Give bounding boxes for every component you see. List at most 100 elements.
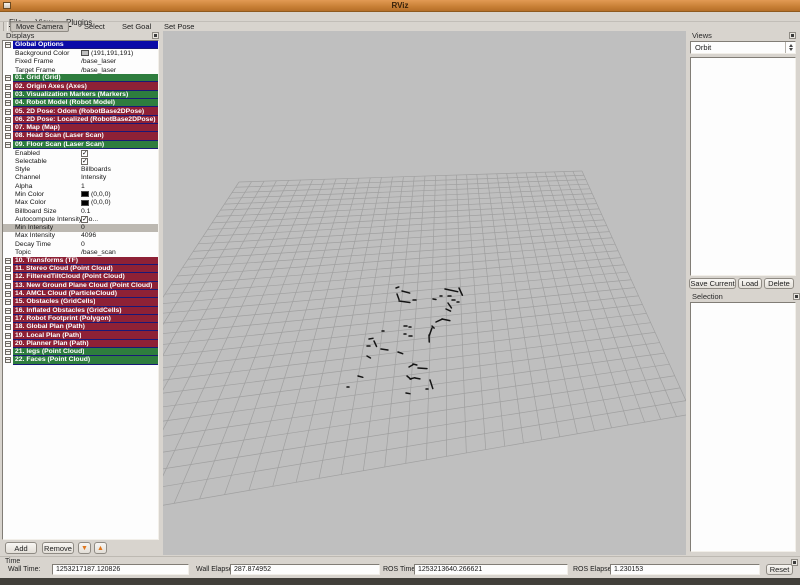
- property-row[interactable]: Min Intensity0: [3, 224, 158, 232]
- display-item[interactable]: 14. AMCL Cloud (ParticleCloud): [3, 290, 158, 298]
- close-icon[interactable]: [789, 32, 796, 39]
- color-swatch[interactable]: [81, 191, 89, 197]
- property-row[interactable]: Fixed Frame/base_laser: [3, 58, 158, 66]
- selection-area[interactable]: [690, 302, 796, 552]
- expander-icon[interactable]: [5, 84, 11, 90]
- display-item[interactable]: 15. Obstacles (GridCells): [3, 298, 158, 306]
- property-row[interactable]: Autocompute Intensity Bo...✓: [3, 215, 158, 223]
- up-arrow-icon: ▲: [97, 545, 104, 552]
- add-display-button[interactable]: Add: [5, 542, 37, 554]
- property-row[interactable]: Target Frame/base_laser: [3, 66, 158, 74]
- property-row[interactable]: ChannelIntensity: [3, 174, 158, 182]
- property-row[interactable]: Min Color(0,0,0): [3, 190, 158, 198]
- wall-elapsed-field[interactable]: 287.874952: [230, 564, 380, 575]
- move-up-button[interactable]: ▲: [94, 542, 107, 554]
- expander-icon[interactable]: [5, 324, 11, 330]
- property-row[interactable]: Selectable✓: [3, 157, 158, 165]
- expander-icon[interactable]: [5, 100, 11, 106]
- property-row[interactable]: Max Color(0,0,0): [3, 199, 158, 207]
- display-item[interactable]: 21. legs (Point Cloud): [3, 348, 158, 356]
- remove-display-button[interactable]: Remove: [42, 542, 74, 554]
- close-icon[interactable]: [152, 32, 159, 39]
- checkbox[interactable]: ✓: [81, 150, 88, 157]
- close-icon[interactable]: [793, 293, 800, 300]
- saved-views-list[interactable]: [690, 57, 796, 276]
- expander-icon[interactable]: [5, 133, 11, 139]
- display-item[interactable]: 04. Robot Model (Robot Model): [3, 99, 158, 107]
- property-row[interactable]: Enabled✓: [3, 149, 158, 157]
- expander-icon[interactable]: [5, 274, 11, 280]
- expander-icon[interactable]: [5, 109, 11, 115]
- views-buttons: Save Current Load Delete: [688, 278, 798, 290]
- right-panel: Views Orbit Save Current Load Delete Sel…: [688, 31, 798, 555]
- displays-panel-title: Displays: [6, 31, 34, 40]
- property-row[interactable]: Billboard Size0.1: [3, 207, 158, 215]
- expander-icon[interactable]: [5, 349, 11, 355]
- move-down-button[interactable]: ▼: [78, 542, 91, 554]
- property-row[interactable]: Background Color(191,191,191): [3, 49, 158, 57]
- display-item[interactable]: 07. Map (Map): [3, 124, 158, 132]
- toolbar-handle-icon[interactable]: [3, 22, 8, 31]
- display-item[interactable]: 01. Grid (Grid): [3, 74, 158, 82]
- display-item[interactable]: 13. New Ground Plane Cloud (Point Cloud): [3, 282, 158, 290]
- display-item[interactable]: 11. Stereo Cloud (Point Cloud): [3, 265, 158, 273]
- expander-icon[interactable]: [5, 266, 11, 272]
- expander-icon[interactable]: [5, 258, 11, 264]
- expander-icon[interactable]: [5, 357, 11, 363]
- delete-button[interactable]: Delete: [764, 278, 794, 289]
- checkbox[interactable]: ✓: [81, 216, 88, 223]
- expander-icon[interactable]: [5, 283, 11, 289]
- displays-panel-header: Displays: [2, 31, 161, 40]
- ros-elapsed-field[interactable]: 1.230153: [610, 564, 760, 575]
- display-item-global-options[interactable]: Global Options: [3, 41, 158, 49]
- expander-icon[interactable]: [5, 316, 11, 322]
- expander-icon[interactable]: [5, 333, 11, 339]
- views-panel-title: Views: [692, 31, 712, 40]
- display-item[interactable]: 05. 2D Pose: Odom (RobotBase2DPose): [3, 107, 158, 115]
- expander-icon[interactable]: [5, 42, 11, 48]
- color-swatch[interactable]: [81, 50, 89, 56]
- display-item[interactable]: 16. Inflated Obstacles (GridCells): [3, 307, 158, 315]
- checkbox[interactable]: ✓: [81, 158, 88, 165]
- 3d-viewport[interactable]: [163, 31, 686, 555]
- expander-icon[interactable]: [5, 308, 11, 314]
- display-item[interactable]: 17. Robot Footprint (Polygon): [3, 315, 158, 323]
- expander-icon[interactable]: [5, 341, 11, 347]
- color-swatch[interactable]: [81, 200, 89, 206]
- expander-icon[interactable]: [5, 92, 11, 98]
- load-button[interactable]: Load: [738, 278, 762, 289]
- display-item[interactable]: 10. Transforms (TF): [3, 257, 158, 265]
- rviz-window: RViz File View Plugins Move Camera Selec…: [0, 0, 800, 585]
- property-row[interactable]: Decay Time0: [3, 240, 158, 248]
- display-item[interactable]: 12. FilteredTiltCloud (Point Cloud): [3, 273, 158, 281]
- expander-icon[interactable]: [5, 117, 11, 123]
- property-row[interactable]: Alpha1: [3, 182, 158, 190]
- view-type-value: Orbit: [691, 43, 785, 52]
- expander-icon[interactable]: [5, 142, 11, 148]
- expander-icon[interactable]: [5, 75, 11, 81]
- time-panel-title: Time: [5, 558, 20, 565]
- display-item[interactable]: 20. Planner Plan (Path): [3, 340, 158, 348]
- display-item[interactable]: 08. Head Scan (Laser Scan): [3, 132, 158, 140]
- expander-icon[interactable]: [5, 299, 11, 305]
- property-row[interactable]: StyleBillboards: [3, 165, 158, 173]
- display-item[interactable]: 22. Faces (Point Cloud): [3, 356, 158, 364]
- expander-icon[interactable]: [5, 125, 11, 131]
- displays-tree[interactable]: Global OptionsBackground Color(191,191,1…: [2, 40, 159, 540]
- property-row[interactable]: Max Intensity4096: [3, 232, 158, 240]
- reset-button[interactable]: Reset: [766, 564, 793, 575]
- display-item[interactable]: 19. Local Plan (Path): [3, 331, 158, 339]
- window-title: RViz: [0, 1, 800, 10]
- wall-time-field[interactable]: 1253217187.120826: [52, 564, 189, 575]
- view-type-select[interactable]: Orbit: [690, 41, 796, 54]
- display-item[interactable]: 18. Global Plan (Path): [3, 323, 158, 331]
- spinner-icon[interactable]: [785, 42, 795, 53]
- expander-icon[interactable]: [5, 291, 11, 297]
- display-item[interactable]: 06. 2D Pose: Localized (RobotBase2DPose): [3, 116, 158, 124]
- ros-time-field[interactable]: 1253213640.266621: [414, 564, 568, 575]
- property-row[interactable]: Topic/base_scan: [3, 248, 158, 256]
- display-item[interactable]: 03. Visualization Markers (Markers): [3, 91, 158, 99]
- save-current-button[interactable]: Save Current: [689, 278, 736, 289]
- display-item[interactable]: 09. Floor Scan (Laser Scan): [3, 141, 158, 149]
- display-item[interactable]: 02. Origin Axes (Axes): [3, 82, 158, 90]
